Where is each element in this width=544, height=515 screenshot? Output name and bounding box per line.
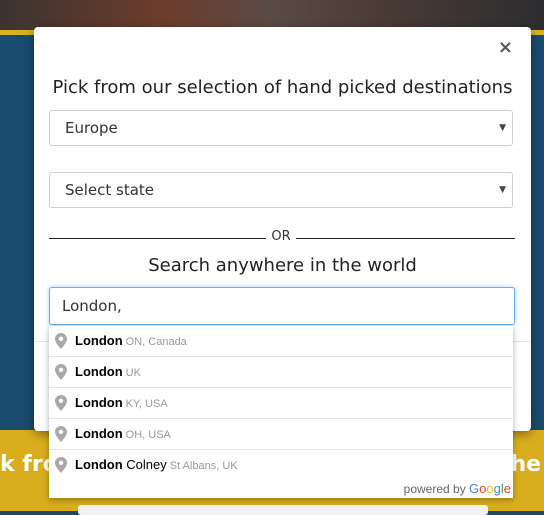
powered-by-google: powered by Google	[404, 481, 511, 496]
background-search-bar	[78, 505, 488, 515]
map-pin-icon	[55, 333, 67, 349]
autocomplete-secondary: St Albans, UK	[169, 460, 238, 472]
autocomplete-item[interactable]: London ON, Canada	[49, 326, 513, 356]
autocomplete-item[interactable]: London KY, USA	[49, 387, 513, 418]
google-logo: Google	[469, 481, 511, 496]
autocomplete-dropdown: London ON, Canada London UK London KY, USA …	[49, 326, 513, 498]
autocomplete-match: London	[75, 364, 123, 379]
region-select-value: Europe	[65, 119, 118, 137]
or-divider: OR	[49, 229, 515, 247]
map-pin-icon	[55, 364, 67, 380]
modal-title: Pick from our selection of hand picked d…	[52, 77, 513, 98]
region-select[interactable]: Europe ▼	[49, 110, 513, 146]
caret-down-icon: ▼	[499, 123, 506, 133]
autocomplete-secondary: ON, Canada	[125, 336, 187, 348]
map-pin-icon	[55, 426, 67, 442]
map-pin-icon	[55, 457, 67, 473]
state-select-value: Select state	[65, 181, 155, 199]
divider-line-left	[49, 238, 266, 239]
divider-line-right	[296, 238, 515, 239]
or-label: OR	[271, 229, 291, 244]
autocomplete-match: London	[75, 333, 123, 348]
location-search-input[interactable]	[49, 287, 515, 325]
autocomplete-secondary: KY, USA	[125, 398, 168, 410]
close-icon[interactable]: ×	[498, 39, 513, 57]
autocomplete-item[interactable]: London Colney St Albans, UK	[49, 449, 513, 480]
caret-down-icon: ▼	[499, 185, 506, 195]
state-select[interactable]: Select state ▼	[49, 172, 513, 208]
autocomplete-match: London	[75, 395, 123, 410]
autocomplete-secondary: OH, USA	[125, 429, 171, 441]
powered-by-label: powered by	[403, 482, 466, 496]
autocomplete-match: London	[75, 426, 123, 441]
autocomplete-rest: Colney	[122, 457, 167, 472]
map-pin-icon	[55, 395, 67, 411]
autocomplete-item[interactable]: London UK	[49, 356, 513, 387]
autocomplete-match: London	[75, 457, 123, 472]
search-heading: Search anywhere in the world	[148, 255, 417, 276]
autocomplete-item[interactable]: London OH, USA	[49, 418, 513, 449]
autocomplete-secondary: UK	[125, 367, 141, 379]
